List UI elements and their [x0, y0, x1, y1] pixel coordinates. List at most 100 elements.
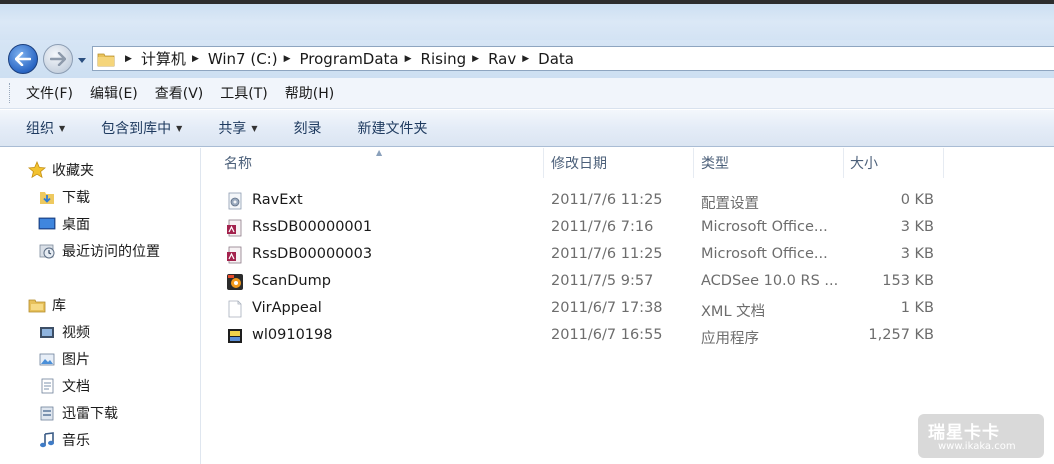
music-icon	[38, 431, 56, 449]
access-db-icon	[227, 246, 242, 264]
nav-desktop-label: 桌面	[62, 217, 90, 233]
videos-icon	[38, 323, 56, 341]
breadcrumb-computer[interactable]: 计算机	[141, 48, 186, 69]
menu-bar: 文件(F) 编辑(E) 查看(V) 工具(T) 帮助(H)	[0, 78, 1054, 109]
back-button[interactable]	[8, 44, 38, 74]
command-bar: 组织 ▼ 包含到库中 ▼ 共享 ▼ 刻录 新建文件夹	[0, 110, 1054, 147]
nav-pictures[interactable]: 图片	[38, 348, 90, 370]
chevron-down-icon: ▼	[176, 123, 183, 133]
file-name: VirAppeal	[252, 300, 322, 316]
include-in-library-button[interactable]: 包含到库中 ▼	[101, 118, 182, 138]
back-arrow-icon	[15, 52, 31, 66]
breadcrumb-chevron-icon[interactable]: ▶	[125, 54, 132, 64]
file-size: 0 KB	[900, 192, 934, 208]
documents-icon	[38, 377, 56, 395]
file-name: RssDB00000001	[252, 219, 373, 235]
file-name: wl0910198	[252, 327, 333, 343]
column-header-type[interactable]: 类型	[694, 148, 844, 178]
config-file-icon	[228, 192, 242, 210]
breadcrumb-chevron-icon[interactable]: ▶	[192, 54, 199, 64]
file-name: RavExt	[252, 192, 303, 208]
organize-label: 组织	[26, 121, 54, 137]
file-type: XML 文档	[701, 304, 766, 320]
menu-edit[interactable]: 编辑(E)	[90, 83, 138, 103]
breadcrumb-data[interactable]: Data	[538, 50, 574, 68]
breadcrumb-programdata[interactable]: ProgramData	[300, 50, 399, 68]
blank-file-icon	[228, 300, 242, 318]
file-row[interactable]: RssDB00000003 2011/7/6 11:25 Microsoft O…	[202, 242, 942, 269]
nav-xunlei-downloads-label: 迅雷下载	[62, 406, 118, 422]
breadcrumb-chevron-icon[interactable]: ▶	[405, 54, 412, 64]
xunlei-downloads-icon	[38, 404, 56, 422]
file-row[interactable]: VirAppeal 2011/6/7 17:38 XML 文档 1 KB	[202, 296, 942, 323]
file-row[interactable]: ScanDump 2011/7/5 9:57 ACDSee 10.0 RS ..…	[202, 269, 942, 296]
column-header-date-label: 修改日期	[551, 156, 607, 172]
nav-desktop[interactable]: 桌面	[38, 213, 90, 235]
include-in-library-label: 包含到库中	[101, 121, 172, 137]
nav-documents-label: 文档	[62, 379, 90, 395]
burn-label: 刻录	[293, 121, 322, 137]
burn-button[interactable]: 刻录	[293, 118, 321, 138]
column-header-date[interactable]: 修改日期	[544, 148, 694, 178]
nav-xunlei-downloads[interactable]: 迅雷下载	[38, 402, 118, 424]
file-type: 应用程序	[701, 331, 759, 347]
menu-tools[interactable]: 工具(T)	[220, 83, 267, 103]
share-label: 共享	[218, 121, 247, 137]
recent-pages-dropdown-icon[interactable]	[76, 54, 88, 66]
breadcrumb: ▶ 计算机 ▶ Win7 (C:) ▶ ProgramData ▶ Rising…	[119, 48, 574, 69]
breadcrumb-rising[interactable]: Rising	[421, 50, 467, 68]
file-size: 3 KB	[900, 246, 934, 262]
watermark-logo: 瑞星卡卡	[928, 423, 1000, 443]
column-header-name[interactable]: 名称	[202, 148, 544, 178]
file-type: 配置设置	[701, 196, 759, 212]
navigation-pane: 收藏夹 下载 桌面 最近访问的位置 库 视频 图片 文档 迅雷下载 音乐	[0, 148, 201, 464]
new-folder-button[interactable]: 新建文件夹	[357, 118, 427, 138]
nav-pictures-label: 图片	[62, 352, 90, 368]
column-header-name-label: 名称	[224, 156, 252, 172]
nav-documents[interactable]: 文档	[38, 375, 90, 397]
file-date: 2011/6/7 16:55	[551, 327, 663, 343]
file-type: ACDSee 10.0 RS ...	[701, 273, 837, 289]
nav-recent-places-label: 最近访问的位置	[62, 244, 160, 260]
breadcrumb-chevron-icon[interactable]: ▶	[284, 54, 291, 64]
breadcrumb-chevron-icon[interactable]: ▶	[472, 54, 479, 64]
menu-help[interactable]: 帮助(H)	[285, 83, 334, 103]
menu-view[interactable]: 查看(V)	[155, 83, 204, 103]
nav-videos[interactable]: 视频	[38, 321, 90, 343]
file-date: 2011/7/5 9:57	[551, 273, 654, 289]
pictures-icon	[38, 350, 56, 368]
title-bar-edge	[0, 0, 1054, 4]
breadcrumb-drive[interactable]: Win7 (C:)	[208, 50, 278, 68]
address-bar[interactable]: ▶ 计算机 ▶ Win7 (C:) ▶ ProgramData ▶ Rising…	[92, 46, 1054, 71]
nav-recent-places[interactable]: 最近访问的位置	[38, 240, 160, 262]
nav-downloads[interactable]: 下载	[38, 186, 90, 208]
application-icon	[228, 329, 242, 343]
watermark: 瑞星卡卡 www.ikaka.com	[918, 414, 1044, 458]
column-header-size-label: 大小	[850, 156, 878, 172]
file-row[interactable]: wl0910198 2011/6/7 16:55 应用程序 1,257 KB	[202, 323, 942, 350]
breadcrumb-rav[interactable]: Rav	[488, 50, 516, 68]
nav-music[interactable]: 音乐	[38, 429, 90, 451]
file-row[interactable]: RavExt 2011/7/6 11:25 配置设置 0 KB	[202, 188, 942, 215]
chevron-down-icon: ▼	[59, 123, 66, 133]
menu-grip	[9, 83, 12, 103]
nav-videos-label: 视频	[62, 325, 90, 341]
share-button[interactable]: 共享 ▼	[218, 118, 257, 138]
organize-button[interactable]: 组织 ▼	[26, 118, 65, 138]
forward-arrow-icon	[50, 52, 66, 66]
access-db-icon	[227, 219, 242, 237]
libraries-icon	[28, 296, 46, 314]
desktop-icon	[38, 215, 56, 233]
nav-favorites[interactable]: 收藏夹	[28, 159, 94, 181]
breadcrumb-chevron-icon[interactable]: ▶	[522, 54, 529, 64]
forward-button[interactable]	[43, 44, 73, 74]
chevron-down-icon: ▼	[251, 123, 258, 133]
file-row[interactable]: RssDB00000001 2011/7/6 7:16 Microsoft Of…	[202, 215, 942, 242]
nav-downloads-label: 下载	[62, 190, 90, 206]
column-header-size[interactable]: 大小	[844, 148, 944, 178]
file-size: 1 KB	[900, 300, 934, 316]
nav-music-label: 音乐	[62, 433, 90, 449]
nav-libraries-label: 库	[52, 298, 66, 314]
menu-file[interactable]: 文件(F)	[26, 83, 73, 103]
nav-libraries[interactable]: 库	[28, 294, 66, 316]
